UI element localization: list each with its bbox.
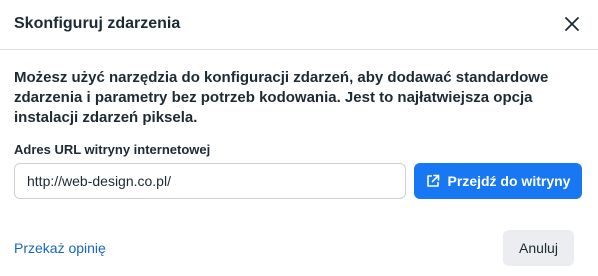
dialog-header: Skonfiguruj zdarzenia: [0, 0, 598, 50]
close-icon: [565, 17, 579, 31]
close-button[interactable]: [560, 12, 584, 36]
external-link-icon: [426, 174, 440, 188]
feedback-link[interactable]: Przekaż opinię: [14, 240, 106, 256]
go-to-website-label: Przejdź do witryny: [447, 173, 571, 189]
website-url-input[interactable]: [14, 163, 406, 199]
dialog-body: Możesz użyć narzędzia do konfiguracji zd…: [14, 68, 584, 128]
dialog-description: Możesz użyć narzędzia do konfiguracji zd…: [14, 69, 549, 126]
go-to-website-button[interactable]: Przejdź do witryny: [414, 163, 582, 199]
url-field-label: Adres URL witryny internetowej: [14, 142, 211, 157]
cancel-button[interactable]: Anuluj: [503, 230, 574, 266]
dialog-title: Skonfiguruj zdarzenia: [14, 15, 181, 32]
configure-events-dialog: Skonfiguruj zdarzenia Możesz użyć narzęd…: [0, 0, 598, 276]
